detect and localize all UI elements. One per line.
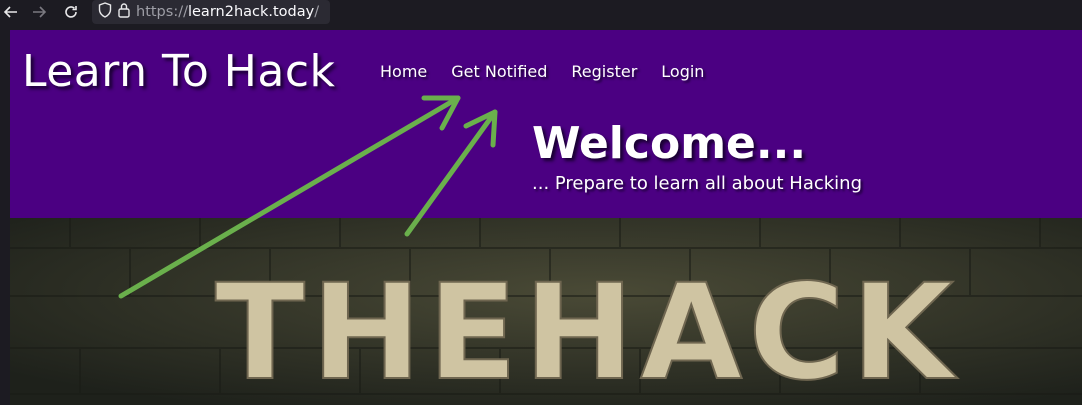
lock-icon[interactable] bbox=[118, 2, 130, 22]
nav-get-notified-link[interactable]: Get Notified bbox=[451, 62, 547, 81]
browser-toolbar: https://learn2hack.today/ bbox=[0, 0, 1082, 26]
url-bar[interactable]: https://learn2hack.today/ bbox=[92, 0, 330, 24]
welcome-heading: Welcome... bbox=[532, 118, 807, 169]
main-nav: Home Get Notified Register Login bbox=[380, 62, 704, 81]
nav-register-link[interactable]: Register bbox=[571, 62, 637, 81]
nav-home-link[interactable]: Home bbox=[380, 62, 427, 81]
url-host: learn2hack.today bbox=[187, 4, 315, 20]
hero-banner-image: THEHACK bbox=[10, 218, 1082, 405]
site: Learn To Hack Home Get Notified Register… bbox=[10, 30, 1082, 405]
site-header: Learn To Hack Home Get Notified Register… bbox=[10, 30, 1082, 218]
url-scheme: https:// bbox=[136, 4, 188, 20]
back-arrow-icon[interactable] bbox=[0, 1, 22, 23]
nav-login-link[interactable]: Login bbox=[661, 62, 704, 81]
welcome-tagline: ... Prepare to learn all about Hacking bbox=[532, 173, 863, 194]
forward-arrow-icon[interactable] bbox=[28, 1, 50, 23]
url-text[interactable]: https://learn2hack.today/ bbox=[136, 4, 319, 20]
url-path: / bbox=[314, 4, 320, 20]
shield-icon[interactable] bbox=[98, 2, 112, 22]
reload-icon[interactable] bbox=[60, 1, 82, 23]
banner-text: THEHACK bbox=[215, 256, 959, 405]
page-viewport: Learn To Hack Home Get Notified Register… bbox=[0, 26, 1082, 405]
site-logo[interactable]: Learn To Hack bbox=[22, 46, 336, 97]
